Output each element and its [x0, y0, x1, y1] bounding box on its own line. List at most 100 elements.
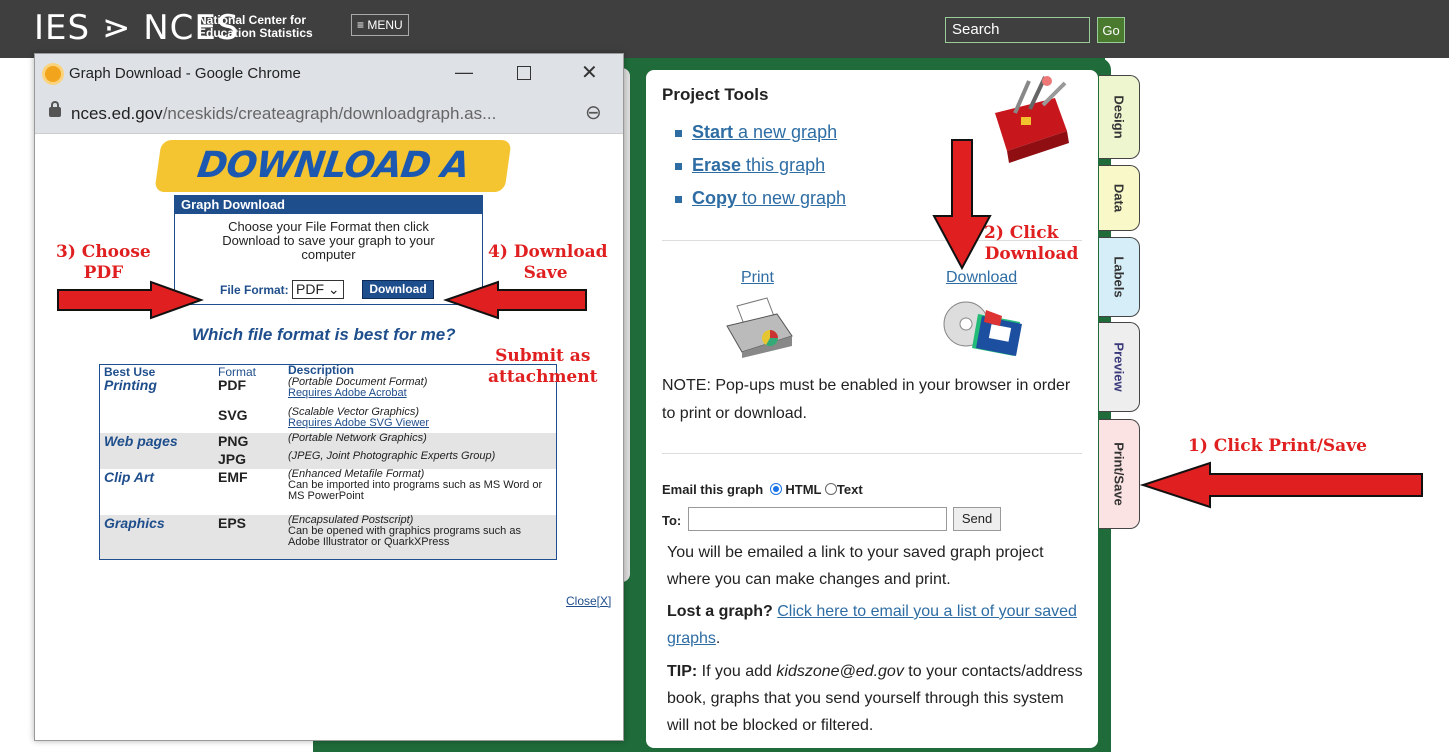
search-placeholder: Search: [952, 21, 1000, 38]
text-radio[interactable]: [824, 483, 837, 495]
format-cell: PDF: [218, 377, 246, 393]
link-rest: this graph: [741, 155, 826, 175]
table-row: Graphics EPS (Encapsulated Postscript) Ca…: [100, 515, 556, 559]
download-link[interactable]: Download: [946, 269, 1017, 287]
table-row: Web pages PNG (Portable Network Graphics…: [100, 433, 556, 451]
format-label: File Format:: [220, 283, 289, 297]
link-rest: a new graph: [733, 122, 838, 142]
search-input[interactable]: Search: [945, 17, 1090, 43]
annotation-submit-attachment: Submit as attachment: [488, 346, 597, 388]
send-button[interactable]: Send: [953, 507, 1001, 531]
maximize-icon[interactable]: [517, 66, 531, 80]
annotation-line: 2) Click: [984, 223, 1059, 243]
table-row: SVG (Scalable Vector Graphics) Requires A…: [100, 407, 556, 433]
org-name: National Center for Education Statistics: [198, 14, 313, 40]
url-path: /nceskids/createagraph/downloadgraph.as.…: [162, 104, 497, 123]
go-button[interactable]: Go: [1097, 17, 1125, 43]
annotation-download-save: 4) Download Save: [488, 242, 608, 284]
disk-download-icon[interactable]: [942, 296, 1032, 358]
to-label: To:: [662, 513, 682, 528]
svg-viewer-link[interactable]: Requires Adobe SVG Viewer: [288, 417, 429, 429]
graph-download-header: Graph Download: [175, 196, 482, 214]
start-new-graph-link[interactable]: Start a new graph: [675, 116, 846, 149]
html-option-label: HTML: [785, 482, 822, 497]
popup-titlebar: Graph Download - Google Chrome — ✕: [35, 54, 623, 94]
popup-title: Graph Download - Google Chrome: [69, 65, 301, 82]
copy-graph-link[interactable]: Copy to new graph: [675, 182, 846, 215]
html-radio[interactable]: [769, 483, 782, 495]
bullet-icon: [675, 195, 682, 203]
radio-dot-icon: [772, 486, 779, 492]
erase-graph-link[interactable]: Erase this graph: [675, 149, 846, 182]
tab-label: Labels: [1111, 256, 1127, 298]
close-icon[interactable]: ✕: [581, 60, 598, 85]
format-cell: JPG: [218, 451, 247, 467]
annotation-line: 4) Download: [488, 242, 608, 262]
which-format-heading: Which file format is best for me?: [192, 325, 456, 344]
menu-button[interactable]: ≡ MENU: [351, 14, 409, 36]
use-cell: Printing: [104, 377, 157, 393]
desc-extra: Can be imported into programs such as MS…: [288, 479, 543, 502]
table-row: Clip Art EMF (Enhanced Metafile Format) C…: [100, 469, 556, 515]
download-a-graph-banner: DOWNLOAD A GRAPH: [154, 140, 512, 238]
tab-label: Design: [1111, 95, 1127, 139]
tab-label: Preview: [1111, 342, 1127, 392]
annotation-click-download: 2) Click Download: [984, 223, 1078, 265]
desc-cell: (Portable Network Graphics): [288, 433, 553, 444]
acrobat-link[interactable]: Requires Adobe Acrobat: [288, 387, 407, 399]
desc-cell: (Encapsulated Postscript) Can be opened w…: [288, 515, 553, 548]
text-option-label: Text: [836, 482, 863, 497]
arrow-left-icon: [1140, 461, 1423, 509]
desc-cell: (Scalable Vector Graphics) Requires Adobe…: [288, 407, 553, 429]
graph-download-instructions: Choose your File Format then click Downl…: [222, 219, 435, 262]
arrow-right-icon: [57, 280, 204, 320]
lost-graph-end: .: [715, 630, 721, 647]
toolbox-icon: [995, 76, 1069, 163]
annotation-choose-pdf: 3) Choose PDF: [56, 242, 151, 284]
use-cell: Web pages: [104, 433, 178, 449]
lost-graph: Lost a graph? Click here to email you a …: [667, 598, 1087, 652]
bullet-icon: [675, 162, 682, 170]
link-bold: Copy: [692, 188, 737, 208]
chevron-down-icon: ⌄: [327, 281, 340, 297]
desc-extra: Can be opened with graphics programs suc…: [288, 525, 521, 548]
popup-note: NOTE: Pop-ups must be enabled in your br…: [662, 377, 1071, 422]
tab-labels[interactable]: Labels: [1099, 237, 1140, 317]
email-graph-row: Email this graph HTML Text: [662, 482, 863, 497]
desc-text: (JPEG, Joint Photographic Experts Group): [288, 450, 496, 462]
arrow-down-icon: [932, 139, 992, 270]
close-link[interactable]: Close[X]: [566, 594, 611, 608]
tab-preview[interactable]: Preview: [1099, 322, 1140, 412]
link-rest: to new graph: [737, 188, 847, 208]
annotation-line: Submit as: [495, 346, 591, 366]
lock-shackle-icon: [51, 101, 59, 109]
zoom-icon[interactable]: ⊖: [585, 100, 602, 125]
format-select[interactable]: PDF ⌄: [292, 280, 344, 299]
format-cell: SVG: [218, 407, 248, 423]
table-row: JPG (JPEG, Joint Photographic Experts Gr…: [100, 451, 556, 469]
tab-data[interactable]: Data: [1099, 165, 1140, 231]
site-header: IES ⋗ NCES National Center for Education…: [0, 0, 1449, 58]
format-value: PDF: [296, 281, 325, 297]
popup-addressbar[interactable]: nces.ed.gov/nceskids/createagraph/downlo…: [35, 94, 623, 134]
desc-text: (Portable Network Graphics): [288, 432, 427, 444]
link-bold: Erase: [692, 155, 742, 175]
url-text: nces.ed.gov/nceskids/createagraph/downlo…: [71, 104, 496, 124]
tip-email: kidszone@ed.gov: [776, 663, 904, 680]
tab-design[interactable]: Design: [1099, 75, 1140, 159]
minimize-icon[interactable]: —: [455, 62, 473, 83]
tab-print-save[interactable]: Print/Save: [1099, 419, 1140, 529]
annotation-click-print-save: 1) Click Print/Save: [1188, 436, 1367, 456]
print-link[interactable]: Print: [741, 269, 774, 287]
tip-text-1: If you add: [697, 663, 777, 680]
printer-icon[interactable]: [722, 296, 797, 358]
divider: [662, 453, 1082, 454]
use-cell: Graphics: [104, 515, 165, 531]
chrome-sun-icon: [45, 66, 61, 82]
desc-cell: (Enhanced Metafile Format) Can be importe…: [288, 469, 553, 502]
format-row: File Format: PDF ⌄: [220, 280, 344, 299]
download-button[interactable]: Download: [362, 280, 434, 299]
annotation-line: attachment: [488, 367, 598, 387]
email-to-input[interactable]: [688, 507, 947, 531]
annotation-line: 3) Choose: [56, 242, 151, 262]
